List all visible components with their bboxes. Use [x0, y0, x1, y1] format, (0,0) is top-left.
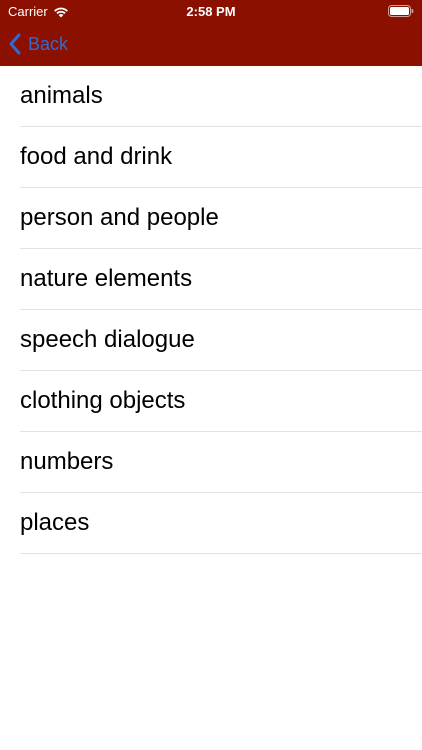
category-item-clothing-objects[interactable]: clothing objects	[20, 371, 422, 432]
category-item-places[interactable]: places	[20, 493, 422, 554]
category-item-person-and-people[interactable]: person and people	[20, 188, 422, 249]
category-label: speech dialogue	[20, 326, 195, 353]
category-label: numbers	[20, 448, 114, 475]
category-label: clothing objects	[20, 387, 186, 414]
category-list: animals food and drink person and people…	[0, 66, 422, 554]
top-bar: Carrier 2:58 PM Back	[0, 0, 422, 66]
status-time: 2:58 PM	[186, 4, 236, 19]
category-label: food and drink	[20, 143, 173, 170]
status-bar: Carrier 2:58 PM	[0, 0, 422, 22]
category-label: nature elements	[20, 265, 193, 292]
category-item-speech-dialogue[interactable]: speech dialogue	[20, 310, 422, 371]
category-label: person and people	[20, 204, 219, 231]
category-item-numbers[interactable]: numbers	[20, 432, 422, 493]
back-label: Back	[28, 33, 69, 54]
category-item-nature-elements[interactable]: nature elements	[20, 249, 422, 310]
chevron-left-icon	[9, 33, 21, 55]
category-label: places	[20, 509, 90, 536]
category-item-food-and-drink[interactable]: food and drink	[20, 127, 422, 188]
category-label: animals	[20, 82, 103, 109]
navigation-bar: Back	[0, 22, 422, 66]
back-button[interactable]: Back	[8, 30, 68, 58]
battery-icon	[388, 5, 414, 17]
category-item-animals[interactable]: animals	[20, 66, 422, 127]
